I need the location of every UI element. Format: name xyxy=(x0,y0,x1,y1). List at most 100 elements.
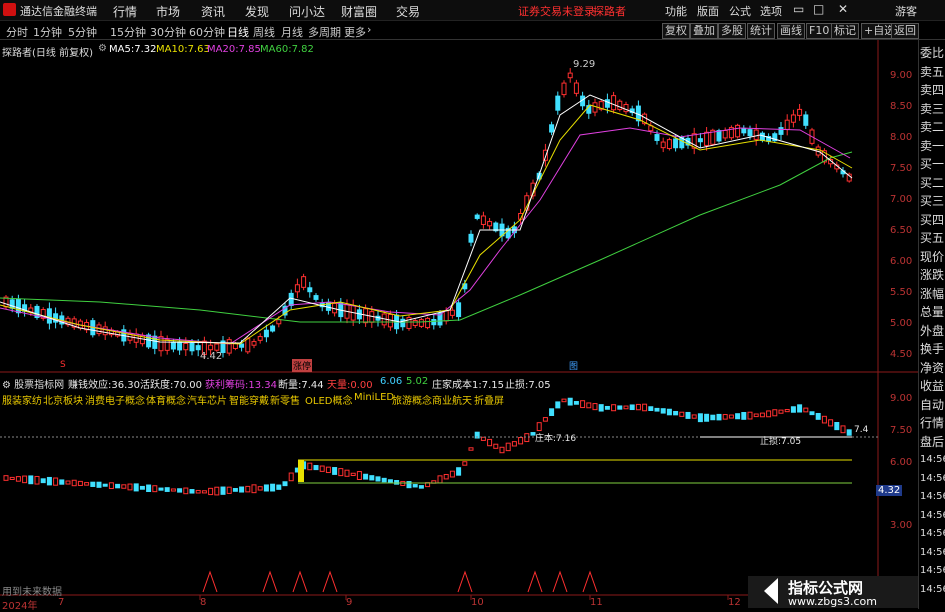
side-item[interactable]: 卖四 xyxy=(920,83,945,97)
side-item[interactable]: 总量 xyxy=(920,305,945,319)
chart-canvas[interactable] xyxy=(0,40,918,609)
stop-annotation: 止损:7.05 xyxy=(760,437,802,447)
side-item[interactable]: 行情 xyxy=(920,416,945,430)
overlay-button[interactable]: 叠加 xyxy=(690,23,718,39)
period-tab-daily[interactable]: 日线 xyxy=(227,24,249,40)
login-notice[interactable]: 证券交易未登录 xyxy=(518,3,595,19)
side-item[interactable]: 外盘 xyxy=(920,324,945,338)
period-tab-1min[interactable]: 1分钟 xyxy=(33,24,62,40)
concept-tag[interactable]: OLED概念 xyxy=(305,392,352,407)
side-item[interactable]: 卖一 xyxy=(920,139,945,153)
indicator-candle xyxy=(685,411,691,419)
high-price-label: 9.29 xyxy=(573,59,596,70)
period-tab-multi[interactable]: 多周期 xyxy=(308,24,341,40)
side-item[interactable]: 涨跌 xyxy=(920,268,945,282)
menu-item-function[interactable]: 功能 xyxy=(665,3,687,19)
period-tab-more[interactable]: 更多 xyxy=(344,24,366,40)
signal-spike xyxy=(262,570,278,593)
multi-stock-button[interactable]: 多股 xyxy=(718,23,746,39)
candle-body xyxy=(456,302,462,318)
side-item[interactable]: 14:56 xyxy=(920,527,945,541)
minimize-icon[interactable]: ▭ xyxy=(793,2,804,16)
candle-body xyxy=(214,343,220,351)
concept-tag[interactable]: 北京板块 xyxy=(43,392,83,407)
period-tab-15min[interactable]: 15分钟 xyxy=(110,24,146,40)
concept-tag[interactable]: 汽车芯片 xyxy=(187,392,227,407)
indicator-candle xyxy=(84,482,90,486)
indicator-candle xyxy=(840,425,846,434)
concept-tag[interactable]: 消费电子概念 xyxy=(85,392,145,407)
side-item[interactable]: 涨幅 xyxy=(920,287,945,301)
menu-item-discover[interactable]: 发现 xyxy=(245,3,269,20)
concept-tag[interactable]: MiniLED xyxy=(354,392,394,403)
menu-item-market[interactable]: 市场 xyxy=(156,3,180,20)
side-item[interactable]: 卖五 xyxy=(920,65,945,79)
menu-item-ask[interactable]: 问小达 xyxy=(289,3,325,20)
f10-button[interactable]: F10 xyxy=(806,23,833,39)
menu-item-news[interactable]: 资讯 xyxy=(201,3,225,20)
concept-tag[interactable]: 体育概念 xyxy=(146,392,186,407)
restore-rights-button[interactable]: 复权 xyxy=(662,23,690,39)
side-item[interactable]: 14:56 xyxy=(920,546,945,560)
side-item[interactable]: 委比 xyxy=(920,46,945,60)
side-item[interactable]: 14:56 xyxy=(920,509,945,523)
menu-item-quotes[interactable]: 行情 xyxy=(113,3,137,20)
indicator-candle xyxy=(722,414,728,420)
period-tab-60min[interactable]: 60分钟 xyxy=(189,24,225,40)
indicator-candle xyxy=(412,484,418,488)
side-item[interactable]: 净资 xyxy=(920,361,945,375)
side-item[interactable]: 14:56 xyxy=(920,583,945,597)
back-button[interactable]: 返回 xyxy=(891,23,919,39)
side-item[interactable]: 买三 xyxy=(920,194,945,208)
indicator-candle xyxy=(288,472,294,482)
close-icon[interactable]: ✕ xyxy=(838,2,848,16)
concept-tag[interactable]: 智能穿戴 xyxy=(229,392,269,407)
period-tab-monthly[interactable]: 月线 xyxy=(281,24,303,40)
concept-tag[interactable]: 旅游概念 xyxy=(392,392,432,407)
indicator-field-profit-effect: 赚钱效应:36.30 xyxy=(68,380,141,391)
side-item[interactable]: 卖二 xyxy=(920,120,945,134)
side-item[interactable]: 换手 xyxy=(920,342,945,356)
concept-tag[interactable]: 服装家纺 xyxy=(2,392,42,407)
period-tab-timeshare[interactable]: 分时 xyxy=(6,24,28,40)
side-item[interactable]: 14:56 xyxy=(920,564,945,578)
more-arrow-icon[interactable]: › xyxy=(367,23,371,36)
period-tab-weekly[interactable]: 周线 xyxy=(253,24,275,40)
indicator-candle xyxy=(741,412,747,420)
indicator-candle xyxy=(71,479,77,487)
statistics-button[interactable]: 统计 xyxy=(747,23,775,39)
concept-tag[interactable]: 折叠屏 xyxy=(474,392,504,407)
candle-body xyxy=(257,336,263,341)
period-tab-30min[interactable]: 30分钟 xyxy=(150,24,186,40)
menu-item-layout[interactable]: 版面 xyxy=(697,3,719,19)
side-item[interactable]: 买二 xyxy=(920,176,945,190)
side-item[interactable]: 14:56 xyxy=(920,453,945,467)
side-item[interactable]: 自动 xyxy=(920,398,945,412)
concept-tag[interactable]: 新零售 xyxy=(270,392,300,407)
indicator-gear-icon[interactable]: ⚙ xyxy=(2,380,14,391)
menu-item-formula[interactable]: 公式 xyxy=(729,3,751,19)
draw-line-button[interactable]: 画线 xyxy=(777,23,805,39)
side-item[interactable]: 盘后 xyxy=(920,435,945,449)
candle-body xyxy=(778,127,784,135)
menu-item-trade[interactable]: 交易 xyxy=(396,3,420,20)
side-item[interactable]: 卖三 xyxy=(920,102,945,116)
side-item[interactable]: 收益 xyxy=(920,379,945,393)
side-item[interactable]: 买四 xyxy=(920,213,945,227)
side-item[interactable]: 现价 xyxy=(920,250,945,264)
ma20-line xyxy=(0,127,851,345)
side-item[interactable]: 买五 xyxy=(920,231,945,245)
menu-item-options[interactable]: 选项 xyxy=(760,3,782,19)
concept-tag[interactable]: 商业航天 xyxy=(432,392,472,407)
side-item[interactable]: 14:56 xyxy=(920,472,945,486)
indicator-candle xyxy=(22,475,28,484)
maximize-icon[interactable]: □ xyxy=(813,2,824,16)
mark-button[interactable]: 标记 xyxy=(831,23,859,39)
indicator-candle xyxy=(164,487,170,492)
period-tab-5min[interactable]: 5分钟 xyxy=(68,24,97,40)
side-item[interactable]: 买一 xyxy=(920,157,945,171)
indicator-candle xyxy=(263,484,269,492)
guest-label[interactable]: 游客 xyxy=(895,3,917,19)
side-item[interactable]: 14:56 xyxy=(920,490,945,504)
menu-item-wealth-circle[interactable]: 财富圈 xyxy=(341,3,377,20)
